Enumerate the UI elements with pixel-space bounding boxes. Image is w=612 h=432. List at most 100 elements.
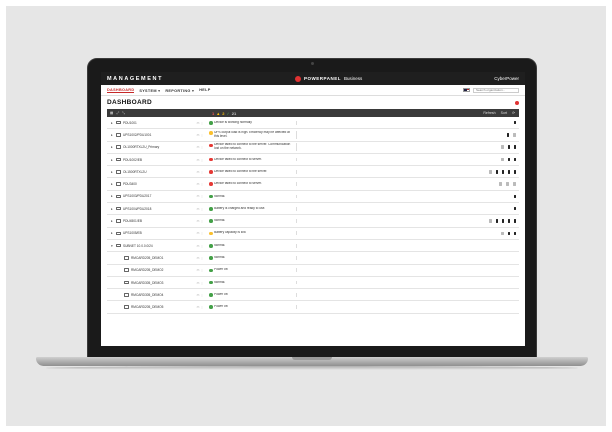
expand-caret-icon[interactable]: ▸ [111,170,114,174]
plug-metric-icon[interactable] [514,206,516,211]
expand-icon[interactable]: ⤢ [116,111,119,115]
row-actions-icon[interactable]: ▭ ⋮ [191,194,209,198]
nav-item-0[interactable]: DASHBOARD [107,88,135,93]
light-metric-icon[interactable] [501,157,504,162]
table-row[interactable]: ▸ UPS1002/PDU1001 ▭ ⋮ UPS output load is hi… [107,129,519,142]
row-actions-icon[interactable]: ▭ ⋮ [191,268,209,272]
row-actions-icon[interactable]: ▭ ⋮ [191,256,209,260]
table-row[interactable]: ▸ PDU4501/EB ▭ ⋮ Normal. [107,215,519,228]
device-name[interactable]: SUBNET 10.0.0.0/24 [123,244,153,248]
device-name[interactable]: RMCARD205_DEMO1 [131,256,163,260]
table-row[interactable]: ▸ UPS1003/PDU2017 ▭ ⋮ Normal. [107,191,519,204]
row-actions-icon[interactable]: ▭ ⋮ [191,133,209,137]
device-name[interactable]: RMCARD305_DEMO3 [131,281,163,285]
row-actions-icon[interactable]: ▭ ⋮ [191,281,209,285]
plug-metric-icon[interactable] [508,219,510,223]
plug-metric-icon[interactable] [508,145,510,149]
user-menu[interactable]: CyberPower [494,76,519,81]
brand-logo[interactable]: POWERPANEL Business [295,75,362,82]
plug-metric-icon[interactable] [514,120,516,125]
toolbar-action-1[interactable]: Sort [501,111,507,115]
row-actions-icon[interactable]: ▭ ⋮ [191,182,209,186]
table-row[interactable]: ▾ SUBNET 10.0.0.0/24 ▭ ⋮ Normal. [107,240,519,253]
row-actions-icon[interactable]: ▭ ⋮ [191,244,209,248]
expand-caret-icon[interactable]: ▸ [111,182,114,186]
table-row[interactable]: RMCARD205_DEMO2 ▭ ⋮ Power off. [107,265,519,277]
device-name[interactable]: UPS1003/PDU2017 [123,194,151,198]
plug-metric-icon[interactable] [508,170,510,174]
search-input[interactable] [473,87,519,93]
device-name[interactable]: PDU4501/EB [123,219,142,223]
table-row[interactable]: ▸ PDU1002/EB ▭ ⋮ Device failed to connect t… [107,154,519,167]
nav-item-1[interactable]: SYSTEM ▾ [139,88,160,93]
language-flag-icon[interactable] [463,87,470,93]
plug-metric-icon[interactable] [502,219,504,223]
plug-metric-icon[interactable] [514,145,516,149]
nav-item-2[interactable]: REPORTING ▾ [165,88,194,93]
row-actions-icon[interactable]: ▭ ⋮ [191,170,209,174]
table-row[interactable]: RMCARD205_DEMO1 ▭ ⋮ Normal. [107,252,519,265]
table-row[interactable]: RMCARD305_DEMO4 ▭ ⋮ Power off. [107,289,519,302]
device-name[interactable]: RMCARD305_DEMO4 [131,293,163,297]
expand-caret-icon[interactable]: ▸ [111,219,114,223]
toolbar-action-0[interactable]: Refresh [483,111,495,115]
light-metric-icon[interactable] [489,219,492,223]
severity-filter-2[interactable]: 2 [222,111,224,116]
plug-metric-icon[interactable] [508,157,510,162]
row-actions-icon[interactable]: ▭ ⋮ [191,145,209,149]
plug-metric-icon[interactable] [508,231,510,236]
device-name[interactable]: PDU1001 [123,121,137,125]
device-name[interactable]: OL1500RTXL2U [123,170,147,174]
expand-caret-icon[interactable]: ▸ [111,145,114,149]
light-metric-icon[interactable] [501,231,504,236]
row-actions-icon[interactable]: ▭ ⋮ [191,121,209,125]
severity-filter-1[interactable]: ▲ [216,111,220,116]
expand-caret-icon[interactable]: ▸ [111,207,114,211]
light-metric-icon[interactable] [499,182,502,186]
severity-filter-0[interactable]: 1 [212,111,214,116]
severity-filter-4[interactable]: 21 [232,111,236,116]
device-name[interactable]: UPS1004/PDU2018 [123,207,151,211]
table-row[interactable]: ▸ OL1500RTXL2U ▭ ⋮ Device failed to connect… [107,166,519,179]
plug-metric-icon[interactable] [514,231,516,236]
expand-caret-icon[interactable]: ▸ [111,194,114,198]
expand-caret-icon[interactable]: ▸ [111,231,114,235]
plug-metric-icon[interactable] [514,157,516,162]
severity-filter-3[interactable]: ✓ [226,111,229,116]
device-name[interactable]: RMCARD205_DEMO2 [131,268,163,272]
nav-item-3[interactable]: HELP [199,88,210,93]
plug-metric-icon[interactable] [514,219,516,223]
alert-indicator-icon[interactable] [515,100,519,105]
plug-metric-icon[interactable] [514,194,516,199]
row-actions-icon[interactable]: ▭ ⋮ [191,158,209,162]
plug-metric-icon[interactable] [514,170,516,174]
device-name[interactable]: PDU3400 [123,182,137,186]
expand-caret-icon[interactable]: ▸ [111,158,114,162]
plug-metric-icon[interactable] [496,170,498,174]
table-row[interactable]: ▸ OL1000RTXL2U_Primary ▭ ⋮ Device failed to… [107,142,519,154]
collapse-icon[interactable]: ⤡ [122,111,125,115]
toolbar-action-2[interactable]: ⟳ [512,111,515,115]
device-name[interactable]: PDU1002/EB [123,158,142,162]
row-actions-icon[interactable]: ▭ ⋮ [191,293,209,297]
light-metric-icon[interactable] [513,133,516,137]
light-metric-icon[interactable] [501,145,504,149]
table-row[interactable]: RMCARD305_DEMO3 ▭ ⋮ Normal. [107,277,519,290]
row-actions-icon[interactable]: ▭ ⋮ [191,207,209,211]
device-name[interactable]: RMCARD205_DEMO5 [131,305,163,309]
table-row[interactable]: ▸ PDU1001 ▭ ⋮ Device is working normally. [107,117,519,130]
plug-metric-icon[interactable] [502,170,504,174]
expand-caret-icon[interactable]: ▸ [111,121,114,125]
light-metric-icon[interactable] [513,182,516,186]
device-name[interactable]: UPS1005/EB [123,231,142,235]
row-actions-icon[interactable]: ▭ ⋮ [191,305,209,309]
row-actions-icon[interactable]: ▭ ⋮ [191,219,209,223]
light-metric-icon[interactable] [506,182,509,186]
table-row[interactable]: RMCARD205_DEMO5 ▭ ⋮ Power off. [107,301,519,314]
device-name[interactable]: UPS1002/PDU1001 [123,133,151,137]
expand-caret-icon[interactable]: ▸ [111,133,114,137]
light-metric-icon[interactable] [489,170,492,174]
table-row[interactable]: ▸ PDU3400 ▭ ⋮ Device failed to connect to s… [107,178,519,191]
table-row[interactable]: ▸ UPS1005/EB ▭ ⋮ Battery capacity is low. [107,228,519,240]
row-actions-icon[interactable]: ▭ ⋮ [191,231,209,235]
